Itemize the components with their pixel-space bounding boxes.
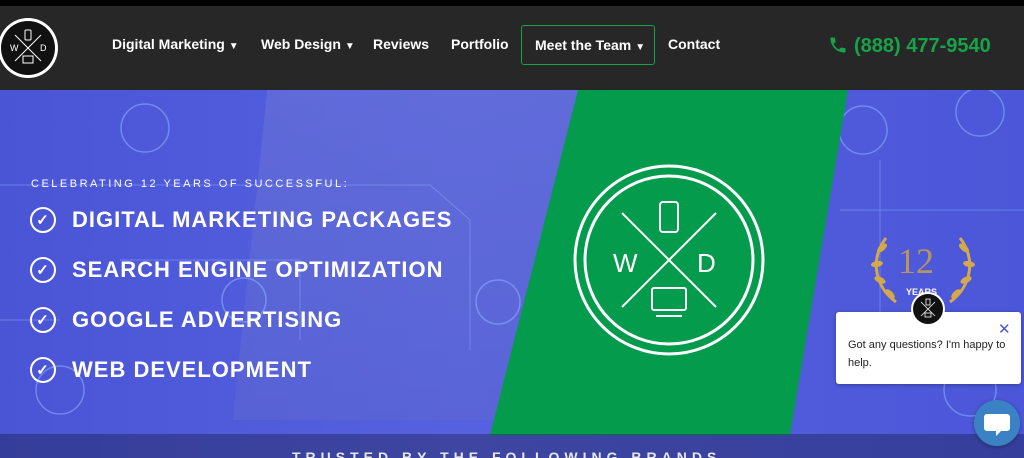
check-circle-icon: ✓ bbox=[30, 207, 56, 233]
chat-message: Got any questions? I'm happy to help. bbox=[848, 339, 1006, 369]
hero-item-label: WEB DEVELOPMENT bbox=[72, 357, 312, 382]
nav-meet-the-team-label: Meet the Team bbox=[535, 37, 632, 53]
hero-item-label: DIGITAL MARKETING PACKAGES bbox=[72, 207, 453, 232]
nav-reviews-label: Reviews bbox=[373, 36, 430, 52]
hero-item: ✓ GOOGLE ADVERTISING bbox=[30, 307, 342, 333]
phone-icon bbox=[830, 37, 846, 53]
nav-portfolio-label: Portfolio bbox=[451, 36, 509, 52]
nav-digital-marketing-label: Digital Marketing bbox=[112, 36, 225, 52]
hero-tagline: CELEBRATING 12 YEARS OF SUCCESSFUL: bbox=[31, 178, 350, 190]
chevron-down-icon: ▼ bbox=[228, 41, 239, 52]
chat-avatar bbox=[911, 292, 945, 326]
hero-item: ✓ WEB DEVELOPMENT bbox=[30, 357, 312, 383]
emblem-letter-left: W bbox=[613, 248, 638, 278]
nav-web-design[interactable]: Web Design ▼ bbox=[261, 36, 355, 52]
hero-item-label: GOOGLE ADVERTISING bbox=[72, 307, 343, 332]
site-header: W D Digital Marketing ▼ Web Design ▼ Revie… bbox=[0, 6, 1024, 90]
site-logo[interactable]: W D bbox=[0, 18, 58, 78]
emblem-letter-right: D bbox=[697, 248, 716, 278]
hero-item: ✓ SEARCH ENGINE OPTIMIZATION bbox=[30, 257, 444, 283]
chat-avatar-inner bbox=[913, 294, 943, 324]
check-circle-icon: ✓ bbox=[30, 307, 56, 333]
badge-number: 12 bbox=[898, 241, 934, 281]
brands-bar: TRUSTED BY THE FOLLOWING BRANDS bbox=[0, 434, 1024, 458]
logo-mark-icon bbox=[920, 298, 936, 318]
chat-bubble-icon bbox=[984, 414, 1010, 436]
logo-inner: W D bbox=[1, 21, 55, 75]
nav-reviews[interactable]: Reviews bbox=[373, 36, 429, 52]
phone-number: (888) 477-9540 bbox=[854, 35, 991, 57]
nav-contact-label: Contact bbox=[668, 36, 721, 52]
hero-banner: W D CELEBRATING 12 YEARS OF SUCCESSFUL: … bbox=[0, 90, 1024, 458]
logo-letter-right: D bbox=[40, 43, 47, 53]
chevron-down-icon: ▼ bbox=[344, 41, 355, 52]
logo-mark-icon: W D bbox=[10, 29, 47, 64]
nav-meet-the-team[interactable]: Meet the Team ▼ bbox=[535, 37, 645, 53]
nav-web-design-label: Web Design bbox=[261, 36, 341, 52]
chevron-down-icon: ▼ bbox=[635, 42, 646, 53]
nav-contact[interactable]: Contact bbox=[668, 36, 720, 52]
check-circle-icon: ✓ bbox=[30, 257, 56, 283]
hero-item: ✓ DIGITAL MARKETING PACKAGES bbox=[30, 207, 452, 233]
hero-item-label: SEARCH ENGINE OPTIMIZATION bbox=[72, 257, 444, 282]
phone-link[interactable]: (888) 477-9540 bbox=[828, 35, 991, 58]
logo-letter-left: W bbox=[10, 43, 19, 53]
brands-heading: TRUSTED BY THE FOLLOWING BRANDS bbox=[292, 449, 722, 458]
check-circle-icon: ✓ bbox=[30, 357, 56, 383]
chat-open-button[interactable] bbox=[974, 400, 1020, 446]
nav-digital-marketing[interactable]: Digital Marketing ▼ bbox=[112, 36, 239, 52]
nav-portfolio[interactable]: Portfolio bbox=[451, 36, 509, 52]
